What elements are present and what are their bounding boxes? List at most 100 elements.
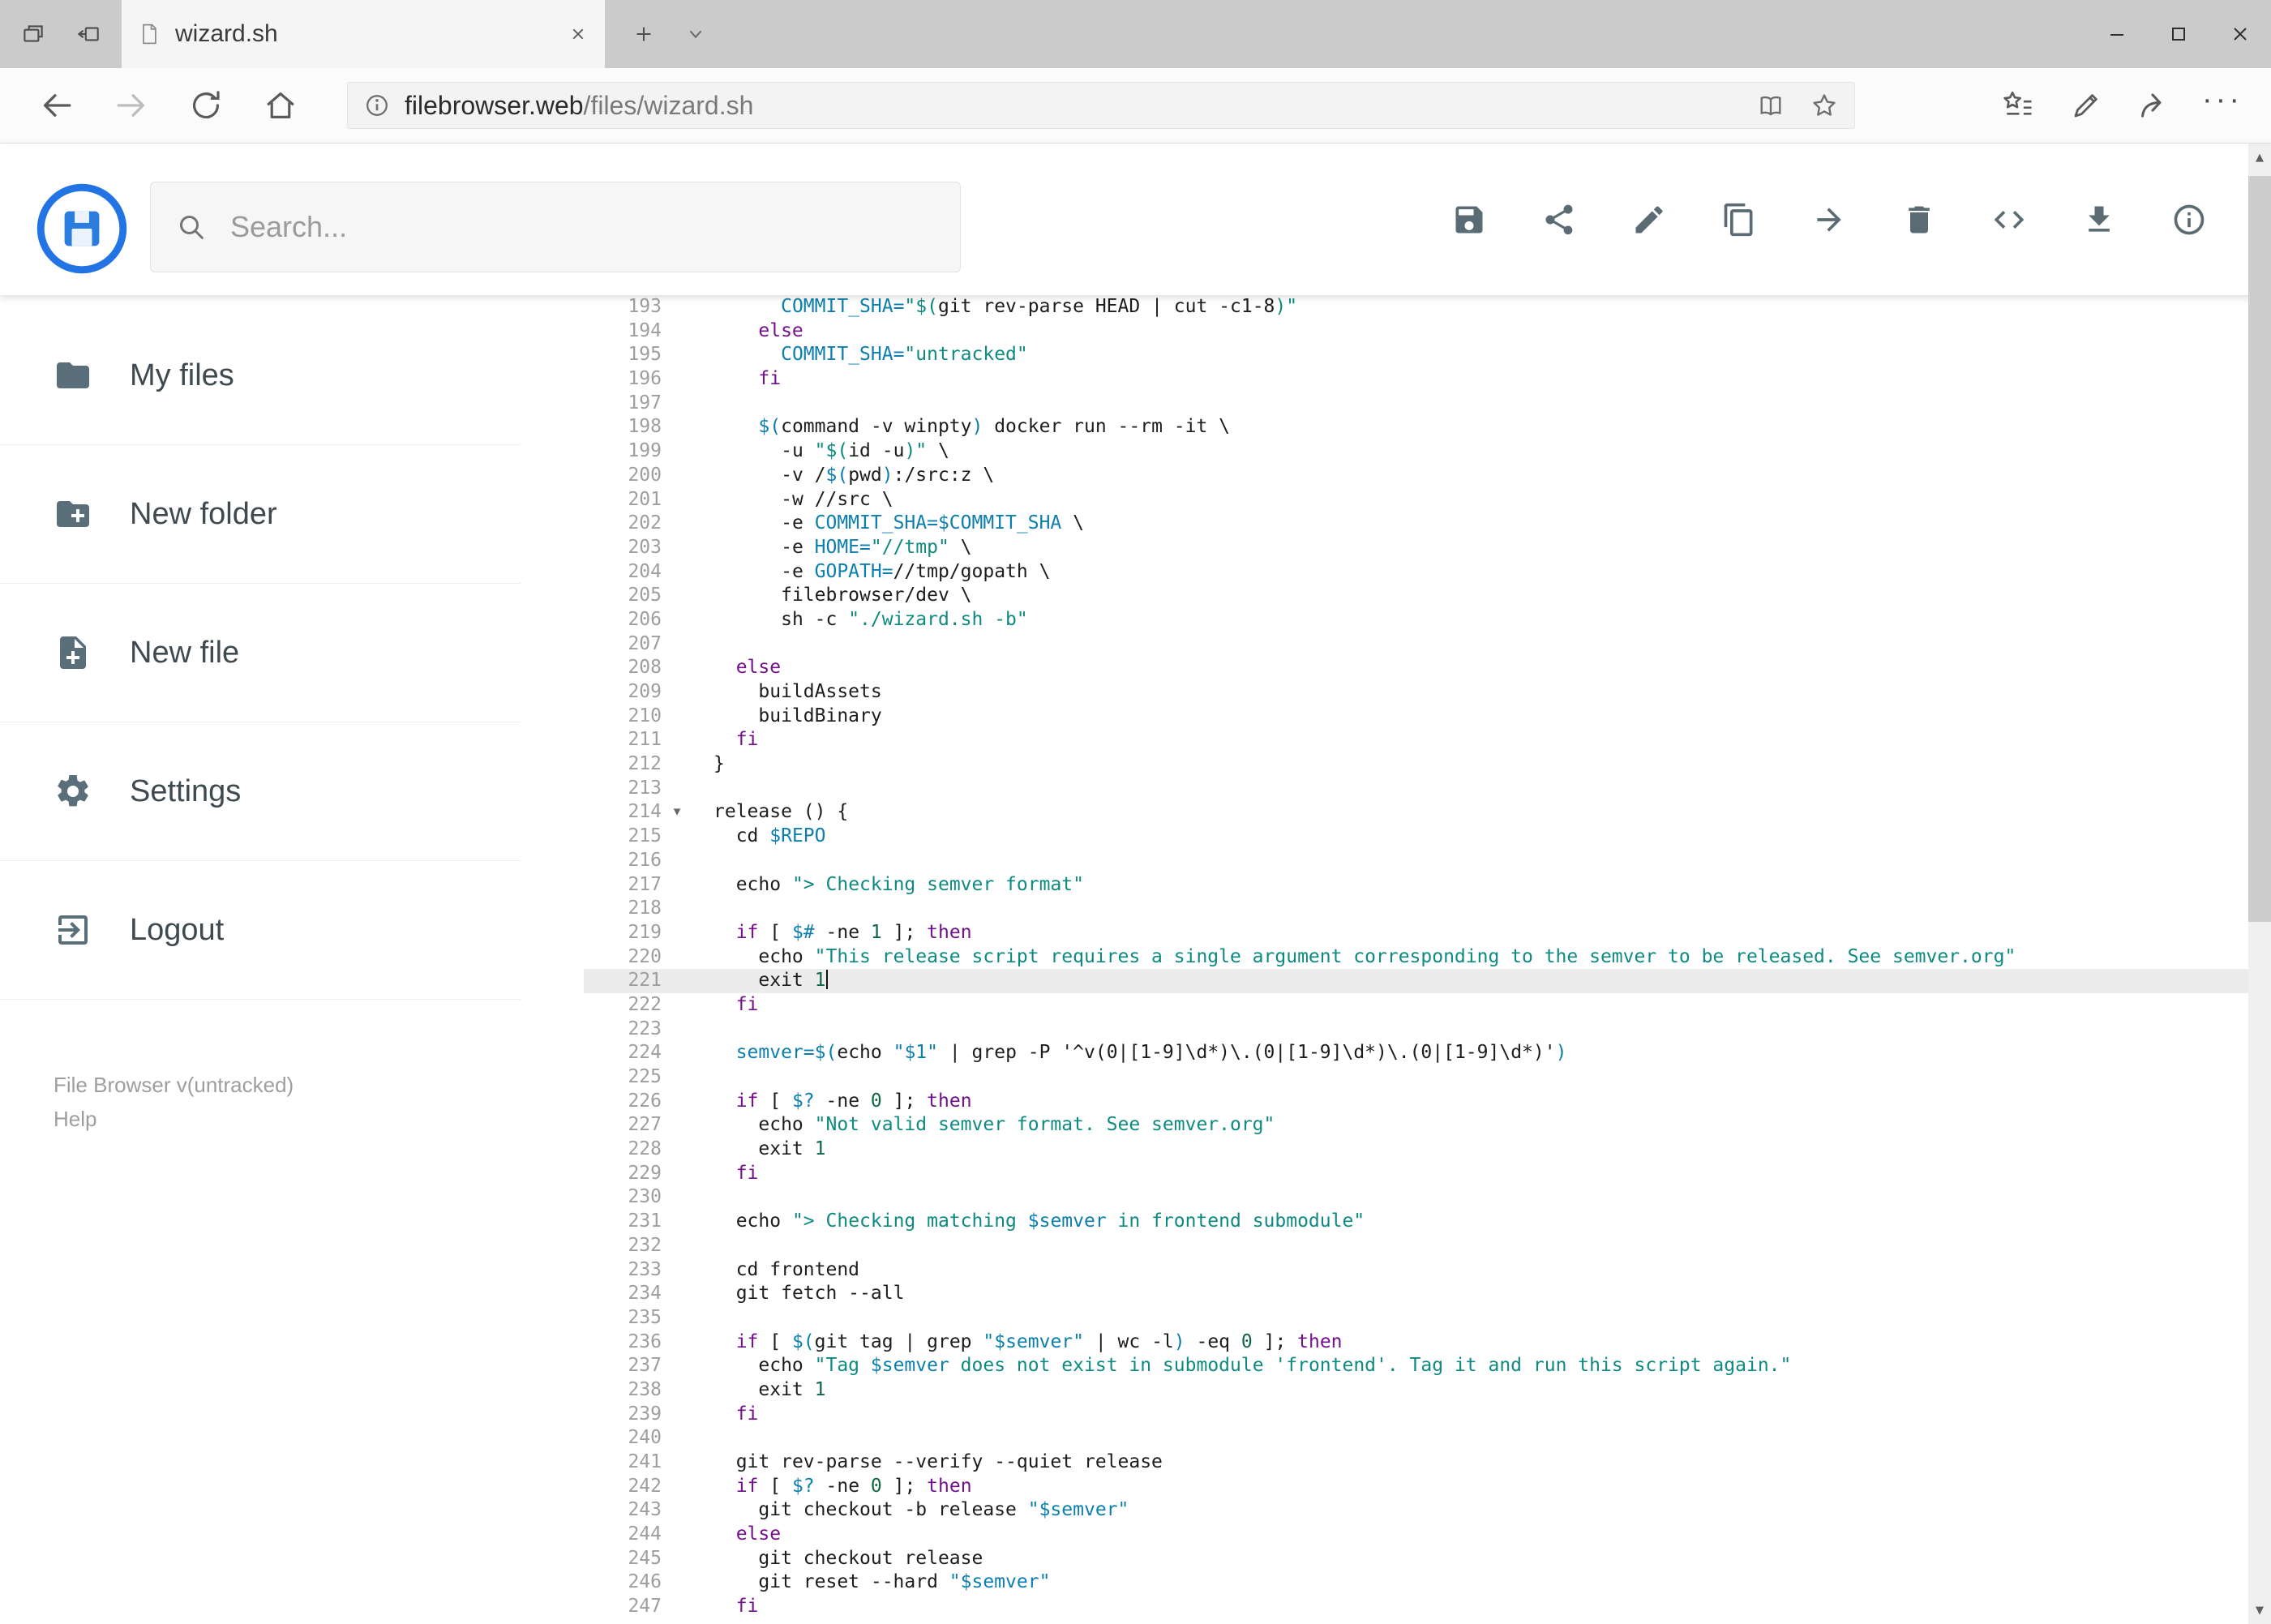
code-line[interactable]: 224 semver=$(echo "$1" | grep -P '^v(0|[… (584, 1041, 2248, 1065)
code-line[interactable]: 200 -v /$(pwd):/src:z \ (584, 464, 2248, 488)
scrollbar-thumb[interactable] (2248, 176, 2271, 922)
move-button[interactable] (1811, 202, 1847, 238)
favorite-star-button[interactable] (1809, 90, 1840, 121)
code-line[interactable]: 226 if [ $? -ne 0 ]; then (584, 1090, 2248, 1114)
share-file-button[interactable] (1541, 202, 1577, 238)
site-info-icon[interactable] (362, 91, 392, 120)
info-button[interactable] (2171, 202, 2207, 238)
share-button[interactable] (2120, 68, 2188, 143)
code-line[interactable]: 243 git checkout -b release "$semver" (584, 1498, 2248, 1523)
code-line[interactable]: 209 buildAssets (584, 680, 2248, 705)
maximize-button[interactable] (2148, 0, 2209, 68)
sidebar-item-my-files[interactable]: My files (0, 306, 521, 445)
code-line[interactable]: 198 $(command -v winpty) docker run --rm… (584, 415, 2248, 439)
code-line[interactable]: 220 echo "This release script requires a… (584, 945, 2248, 970)
help-link[interactable]: Help (54, 1102, 584, 1136)
new-tab-button[interactable] (618, 0, 670, 68)
code-line[interactable]: 218 (584, 897, 2248, 921)
code-line[interactable]: 223 (584, 1018, 2248, 1042)
code-line[interactable]: 217 echo "> Checking semver format" (584, 873, 2248, 898)
code-line[interactable]: 197 (584, 392, 2248, 416)
code-line[interactable]: 246 git reset --hard "$semver" (584, 1570, 2248, 1595)
copy-button[interactable] (1721, 202, 1757, 238)
close-button[interactable] (2209, 0, 2271, 68)
code-line[interactable]: 204 -e GOPATH=//tmp/gopath \ (584, 560, 2248, 585)
tabs-preview-button[interactable] (11, 0, 55, 68)
set-tabs-aside-button[interactable] (66, 0, 110, 68)
code-line[interactable]: 245 git checkout release (584, 1547, 2248, 1571)
sidebar-item-new-folder[interactable]: New folder (0, 445, 521, 584)
tab-close-icon[interactable] (568, 24, 589, 45)
code-line[interactable]: 202 -e COMMIT_SHA=$COMMIT_SHA \ (584, 512, 2248, 536)
code-line[interactable]: 236 if [ $(git tag | grep "$semver" | wc… (584, 1330, 2248, 1355)
delete-button[interactable] (1901, 202, 1937, 238)
code-line[interactable]: 222 fi (584, 993, 2248, 1018)
code-line[interactable]: 212} (584, 752, 2248, 777)
code-line[interactable]: 213 (584, 777, 2248, 801)
tab-list-button[interactable] (670, 0, 722, 68)
home-button[interactable] (243, 68, 318, 143)
code-line[interactable]: 244 else (584, 1523, 2248, 1547)
code-line[interactable]: 210 buildBinary (584, 705, 2248, 729)
code-line[interactable]: 247 fi (584, 1595, 2248, 1619)
code-line[interactable]: 211 fi (584, 728, 2248, 752)
web-note-button[interactable] (2052, 68, 2120, 143)
save-button[interactable] (1451, 202, 1487, 238)
minimize-button[interactable] (2086, 0, 2148, 68)
search-input[interactable] (229, 209, 936, 245)
code-line[interactable]: 228 exit 1 (584, 1138, 2248, 1162)
code-line[interactable]: 205 filebrowser/dev \ (584, 584, 2248, 608)
code-line[interactable]: 238 exit 1 (584, 1378, 2248, 1403)
code-line[interactable]: 240 (584, 1426, 2248, 1450)
code-line[interactable]: 199 -u "$(id -u)" \ (584, 439, 2248, 464)
code-line[interactable]: 233 cd frontend (584, 1258, 2248, 1283)
vertical-scrollbar[interactable]: ▲ ▼ (2248, 144, 2271, 1624)
code-line[interactable]: 234 git fetch --all (584, 1282, 2248, 1306)
back-button[interactable] (19, 68, 94, 143)
code-line[interactable]: 207 (584, 632, 2248, 657)
code-line[interactable]: 235 (584, 1306, 2248, 1330)
more-options-button[interactable]: ··· (2188, 68, 2256, 143)
scroll-up-arrow[interactable]: ▲ (2248, 144, 2271, 171)
code-line[interactable]: 221 exit 1 (584, 969, 2248, 993)
code-line[interactable]: 232 (584, 1234, 2248, 1258)
code-line[interactable]: 225 (584, 1065, 2248, 1090)
code-line[interactable]: 196 fi (584, 367, 2248, 392)
code-line[interactable]: 237 echo "Tag $semver does not exist in … (584, 1354, 2248, 1378)
code-line[interactable]: 203 -e HOME="//tmp" \ (584, 536, 2248, 560)
forward-button[interactable] (94, 68, 169, 143)
code-line[interactable]: 241 git rev-parse --verify --quiet relea… (584, 1450, 2248, 1475)
code-line[interactable]: 208 else (584, 656, 2248, 680)
code-line[interactable]: 193 COMMIT_SHA="$(git rev-parse HEAD | c… (584, 295, 2248, 319)
code-line[interactable]: 214 ▾ release () { (584, 800, 2248, 825)
refresh-button[interactable] (169, 68, 243, 143)
code-line[interactable]: 230 (584, 1185, 2248, 1210)
sidebar-item-new-file[interactable]: New file (0, 584, 521, 722)
filebrowser-logo[interactable] (36, 182, 128, 275)
code-line[interactable]: 206 sh -c "./wizard.sh -b" (584, 608, 2248, 632)
sidebar-item-logout[interactable]: Logout (0, 861, 521, 1000)
code-line[interactable]: 227 echo "Not valid semver format. See s… (584, 1113, 2248, 1138)
sidebar-item-settings[interactable]: Settings (0, 722, 521, 861)
browser-tab[interactable]: wizard.sh (122, 0, 605, 68)
code-line[interactable]: 195 COMMIT_SHA="untracked" (584, 343, 2248, 367)
code-view-button[interactable] (1991, 202, 2027, 238)
code-line[interactable]: 229 fi (584, 1162, 2248, 1186)
search-box[interactable] (150, 182, 961, 272)
code-editor[interactable]: 193 COMMIT_SHA="$(git rev-parse HEAD | c… (584, 295, 2248, 1624)
code-line[interactable]: 219 if [ $# -ne 1 ]; then (584, 921, 2248, 945)
rename-button[interactable] (1631, 202, 1667, 238)
code-line[interactable]: 201 -w //src \ (584, 488, 2248, 512)
reading-view-button[interactable] (1755, 90, 1786, 121)
code-line[interactable]: 216 (584, 849, 2248, 873)
code-line[interactable]: 239 fi (584, 1403, 2248, 1427)
code-line[interactable]: 215 cd $REPO (584, 825, 2248, 849)
hub-favorites-button[interactable] (1984, 68, 2052, 143)
code-line[interactable]: 194 else (584, 319, 2248, 344)
code-line[interactable]: 242 if [ $? -ne 0 ]; then (584, 1475, 2248, 1499)
download-button[interactable] (2081, 202, 2117, 238)
fold-marker-icon[interactable]: ▾ (662, 800, 692, 825)
address-bar[interactable]: filebrowser.web/files/wizard.sh (347, 82, 1855, 129)
scroll-down-arrow[interactable]: ▼ (2248, 1596, 2271, 1624)
code-line[interactable]: 231 echo "> Checking matching $semver in… (584, 1210, 2248, 1234)
